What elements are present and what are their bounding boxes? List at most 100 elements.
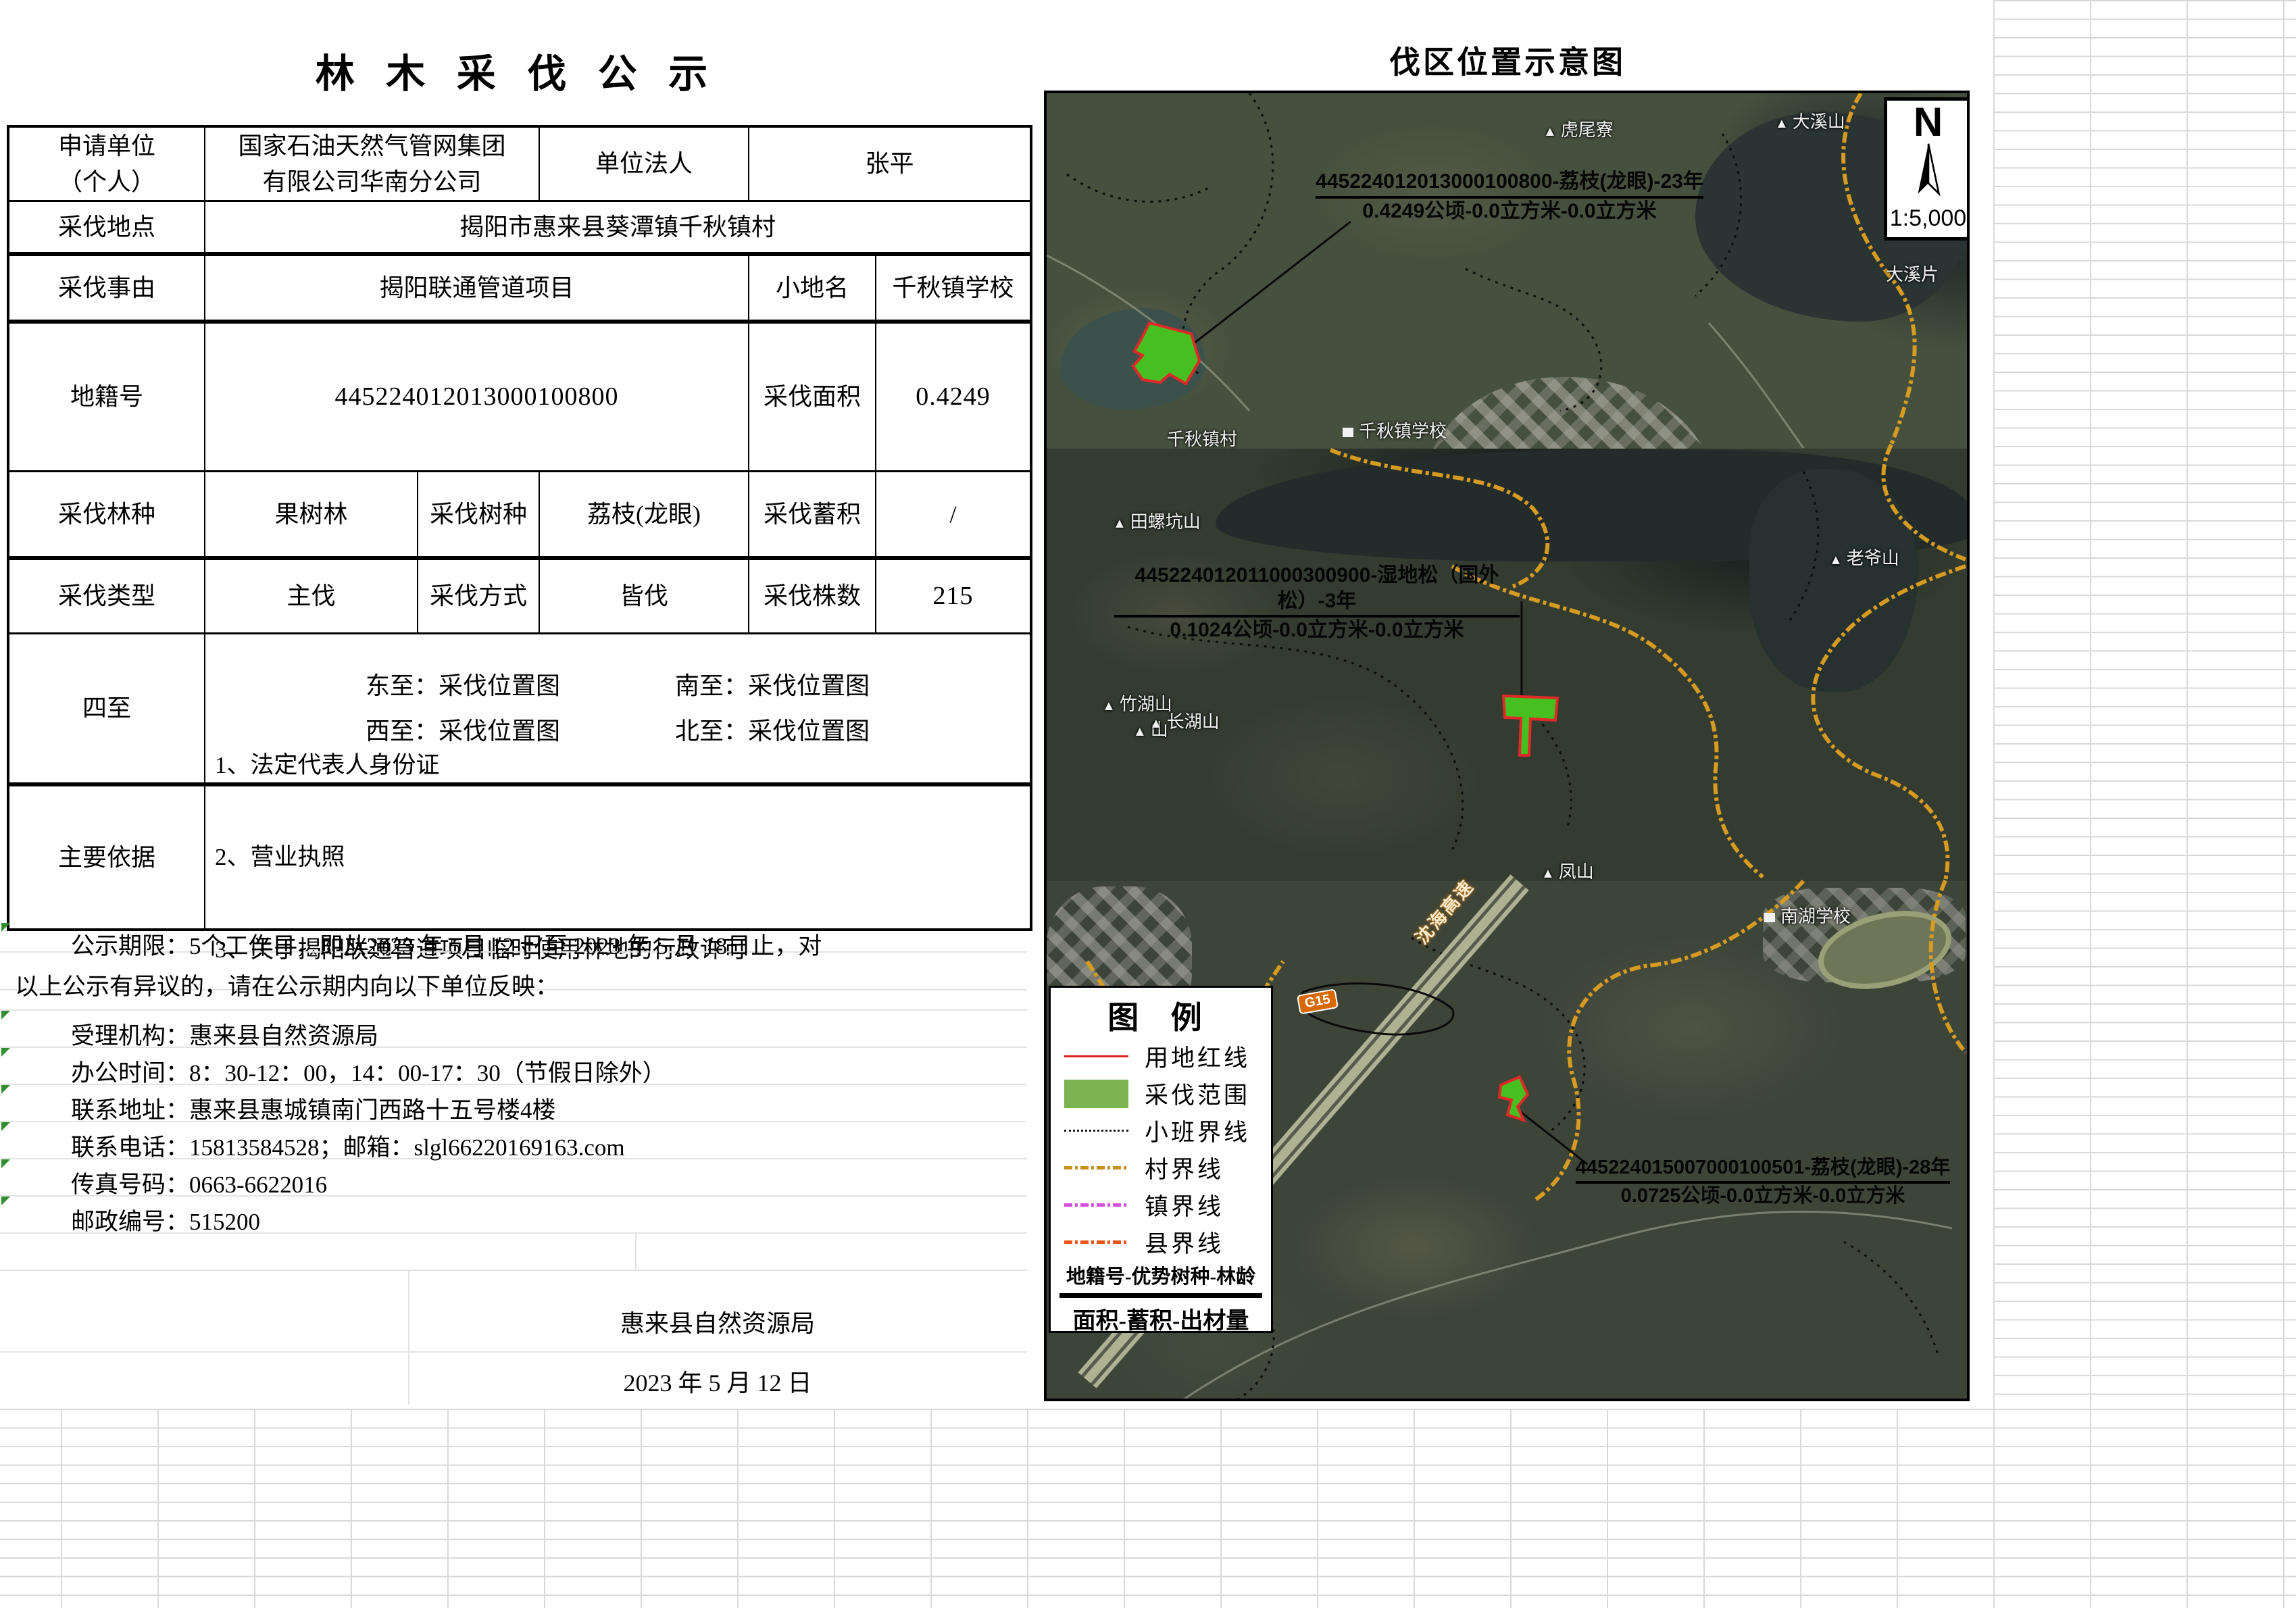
forest-type-value[interactable]: 果树林: [205, 472, 418, 560]
notice-postcode[interactable]: 邮政编号：515200: [71, 1203, 260, 1237]
forest-type-label[interactable]: 采伐林种: [9, 472, 205, 560]
north-arrow-box: N 1:5,000: [1884, 97, 1970, 241]
town-line-swatch: [1064, 1203, 1128, 1207]
bounds-label[interactable]: 四至: [9, 634, 205, 786]
applicant-label[interactable]: 申请单位 （个人）: [9, 128, 205, 202]
mountain-icon: ▲: [1541, 866, 1555, 881]
mountain-label: ▲老爷山: [1829, 545, 1899, 570]
location-label[interactable]: 采伐地点: [9, 202, 205, 256]
mountain-icon: ▲: [1775, 116, 1789, 131]
red-line-swatch: [1064, 1055, 1128, 1057]
area-value[interactable]: 0.4249: [876, 324, 1030, 472]
legend-item-village-line: 村界线: [1051, 1149, 1271, 1186]
cut-area-1: [1133, 323, 1199, 384]
notice-phone[interactable]: 联系电话：15813584528；邮箱：slgl66220169163.com: [71, 1128, 625, 1163]
place-value[interactable]: 千秋镇学校: [876, 256, 1030, 324]
sheet-row-line: [0, 1270, 1027, 1271]
sheet-grid-bottom[interactable]: [0, 1409, 2296, 1608]
basis-item-1: 1、法定代表人身份证: [215, 743, 1023, 788]
cell-flag-icon: [1, 923, 10, 932]
area-label: 大溪片: [1886, 261, 1939, 286]
method-value[interactable]: 皆伐: [540, 560, 749, 634]
mountain-label: ▲凤山: [1541, 858, 1594, 883]
legend-title: 图 例: [1051, 988, 1271, 1038]
legend-caption-bottom: 面积-蓄积-出材量: [1051, 1302, 1271, 1335]
sheet-row-line: [0, 1009, 1027, 1011]
mountain-icon: ▲: [1829, 553, 1843, 568]
mountain-label: ▲大溪山: [1775, 108, 1845, 133]
cell-flag-icon: [1, 1159, 10, 1168]
cut-type-value[interactable]: 主伐: [205, 560, 418, 634]
cut-type-label[interactable]: 采伐类型: [9, 560, 205, 634]
school-label: 南湖学校: [1764, 903, 1851, 928]
notice-address[interactable]: 联系地址：惠来县惠城镇南门西路十五号楼4楼: [71, 1091, 556, 1126]
map-title: 伐区位置示意图: [1044, 38, 1971, 82]
cell-flag-icon: [1, 1048, 10, 1057]
cut-annotation-1: 445224012013000100800-荔枝(龙眼)-23年 0.4249公…: [1307, 169, 1712, 224]
spreadsheet-page: 林 木 采 伐 公 示 申请单位 （个人） 国家石油天然气管网集团 有限公司华南…: [0, 0, 2296, 1608]
stock-label[interactable]: 采伐蓄积: [749, 472, 876, 560]
cut-annotation-3: 445224015007000100501-荔枝(龙眼)-28年 0.0725公…: [1560, 1155, 1966, 1209]
notice-hours[interactable]: 办公时间：8：30-12：00，14：00-17：30（节假日除外）: [71, 1054, 666, 1088]
basis-value[interactable]: 1、法定代表人身份证 2、营业执照 3、关于揭阳联通管道项目临时使用林地的行政许…: [205, 786, 1030, 929]
mountain-icon: ▲: [1102, 699, 1116, 713]
legal-rep-label[interactable]: 单位法人: [540, 128, 749, 202]
mountain-label: ▲虎尾寮: [1543, 116, 1614, 141]
stock-value[interactable]: /: [876, 472, 1030, 560]
sheet-grid-right[interactable]: [1993, 0, 2296, 1409]
reason-label[interactable]: 采伐事由: [9, 256, 205, 324]
legend-item-red-line: 用地红线: [1051, 1038, 1271, 1075]
location-value[interactable]: 揭阳市惠来县葵潭镇千秋镇村: [205, 202, 1030, 256]
cell-flag-icon: [1, 1122, 10, 1131]
village-label: 千秋镇村: [1167, 426, 1237, 451]
legend-item-cut-area: 采伐范围: [1051, 1075, 1271, 1112]
cut-annotation-2: 445224012011000300900-湿地松（国外松）-3年 0.1024…: [1114, 563, 1520, 643]
school-icon: [1764, 913, 1775, 922]
basis-label[interactable]: 主要依据: [9, 786, 205, 929]
legal-rep-value[interactable]: 张平: [749, 128, 1030, 202]
mountain-icon: ▲: [1113, 516, 1126, 531]
north-arrow-icon: [1910, 143, 1947, 201]
signature-date[interactable]: 2023 年 5 月 12 日: [408, 1363, 1027, 1399]
notice-line-2[interactable]: 以上公示有异议的，请在公示期内向以下单位反映：: [15, 968, 559, 1002]
tree-count-value[interactable]: 215: [876, 560, 1030, 634]
dotted-line-swatch: [1064, 1130, 1128, 1132]
cell-flag-icon: [1, 1011, 10, 1020]
legend-item-subcompartment: 小班界线: [1051, 1112, 1271, 1149]
notice-fax[interactable]: 传真号码：0663-6622016: [71, 1165, 327, 1200]
signature[interactable]: 惠来县自然资源局: [408, 1304, 1027, 1339]
legend-item-town-line: 镇界线: [1051, 1186, 1271, 1224]
mountain-icon: ▲: [1543, 124, 1557, 139]
legend-item-county-line: 县界线: [1051, 1224, 1271, 1261]
place-label[interactable]: 小地名: [749, 256, 876, 324]
reason-value[interactable]: 揭阳联通管道项目: [205, 256, 749, 324]
notice-line-1[interactable]: 公示期限：5个工作日，即从2023 年 5月 12 日至 2023 年 5 月 …: [71, 927, 822, 961]
school-label: 千秋镇学校: [1343, 418, 1447, 443]
legend-divider: [1059, 1293, 1262, 1298]
map-legend: 图 例 用地红线 采伐范围 小班界线 村界线 镇界线: [1049, 986, 1273, 1333]
mountain-icon: ▲: [1149, 716, 1163, 731]
cadastre-label[interactable]: 地籍号: [9, 324, 205, 472]
notice-table: 申请单位 （个人） 国家石油天然气管网集团 有限公司华南分公司 单位法人 张平 …: [7, 125, 1032, 931]
species-label[interactable]: 采伐树种: [418, 472, 540, 560]
cadastre-value[interactable]: 445224012013000100800: [205, 324, 749, 472]
notice-agency[interactable]: 受理机构：惠来县自然资源局: [71, 1017, 378, 1051]
mountain-label: ▲田螺坑山: [1113, 508, 1201, 533]
cut-area-swatch: [1064, 1080, 1128, 1108]
sheet-row-line: [0, 1351, 1027, 1353]
method-label[interactable]: 采伐方式: [418, 560, 540, 634]
basis-item-2: 2、营业执照: [215, 834, 1023, 880]
legend-caption-top: 地籍号-优势树种-林龄: [1051, 1261, 1271, 1289]
sheet-col-line: [635, 1232, 637, 1270]
cut-area-2: [1503, 696, 1557, 755]
cell-flag-icon: [1, 1197, 10, 1205]
north-label: N: [1914, 102, 1943, 143]
map-scale: 1:5,000: [1890, 205, 1966, 232]
cell-flag-icon: [1, 1085, 10, 1094]
species-value[interactable]: 荔枝(龙眼): [540, 472, 749, 560]
area-label[interactable]: 采伐面积: [749, 324, 876, 472]
applicant-value[interactable]: 国家石油天然气管网集团 有限公司华南分公司: [205, 128, 540, 202]
tree-count-label[interactable]: 采伐株数: [749, 560, 876, 634]
cutting-area-map[interactable]: ▲山: [1044, 91, 1970, 1401]
village-line-swatch: [1064, 1166, 1128, 1170]
